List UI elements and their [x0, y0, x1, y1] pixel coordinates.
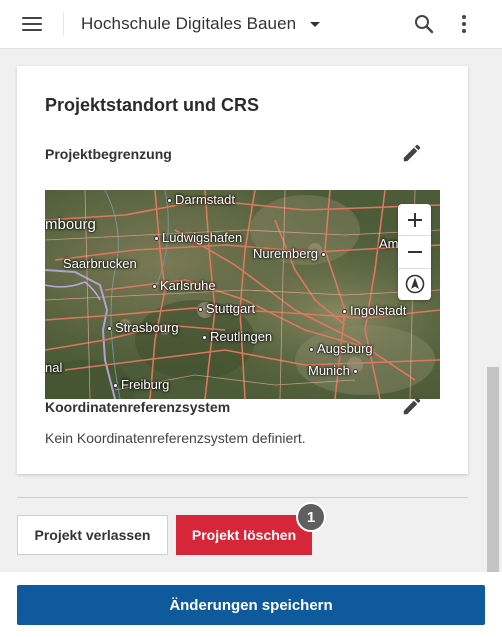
- leave-project-button[interactable]: Projekt verlassen: [17, 515, 168, 555]
- city-label: Freiburg: [113, 377, 169, 392]
- scrollbar-thumb[interactable]: [487, 367, 499, 572]
- zoom-out-button[interactable]: [398, 236, 431, 269]
- search-icon: [415, 15, 434, 34]
- city-label: Nuremberg: [253, 246, 329, 261]
- edit-boundary-button[interactable]: [401, 142, 423, 164]
- search-button[interactable]: [404, 4, 444, 44]
- city-label: Stuttgart: [198, 301, 255, 316]
- notification-badge: 1: [296, 502, 326, 532]
- app-bar: Hochschule Digitales Bauen: [0, 0, 502, 49]
- city-label: Augsburg: [309, 341, 373, 356]
- edit-crs-button[interactable]: [401, 395, 423, 417]
- boundary-label: Projektbegrenzung: [45, 146, 172, 162]
- city-label: Saarbrucken: [63, 256, 137, 271]
- location-crs-card: Projektstandort und CRS Projektbegrenzun…: [17, 66, 468, 474]
- zoom-in-icon: [407, 212, 422, 227]
- more-vert-icon: [462, 15, 466, 33]
- divider: [17, 497, 468, 498]
- delete-project-button[interactable]: Projekt löschen: [176, 515, 312, 555]
- project-boundary-map[interactable]: Darmstadt mbourg Ludwigshafen Saarbrucke…: [45, 190, 440, 399]
- city-label: Ingolstadt: [342, 303, 406, 318]
- menu-icon: [21, 17, 42, 31]
- save-footer: Änderungen speichern: [0, 572, 502, 637]
- city-label: Munich: [308, 363, 361, 378]
- compass-icon: [405, 275, 424, 294]
- city-label: nal: [45, 360, 63, 375]
- city-label: Strasbourg: [107, 320, 179, 335]
- city-label: Karlsruhe: [152, 278, 216, 293]
- project-selector[interactable]: Hochschule Digitales Bauen: [81, 14, 321, 34]
- city-label: Reutlingen: [202, 329, 272, 344]
- chevron-down-icon: [310, 21, 321, 27]
- zoom-out-icon: [407, 250, 422, 253]
- city-label: mbourg: [45, 216, 96, 233]
- crs-value: Kein Koordinatenreferenzsystem definiert…: [45, 430, 306, 446]
- settings-scroll-area[interactable]: Projektstandort und CRS Projektbegrenzun…: [0, 49, 502, 572]
- reset-north-button[interactable]: [398, 269, 431, 300]
- map-controls: [398, 204, 431, 300]
- pencil-icon: [403, 397, 421, 415]
- pencil-icon: [403, 144, 421, 162]
- city-label: Am: [379, 236, 399, 251]
- card-title: Projektstandort und CRS: [45, 95, 260, 115]
- city-label: Darmstadt: [167, 192, 235, 207]
- crs-label: Koordinatenreferenzsystem: [45, 399, 231, 415]
- zoom-in-button[interactable]: [398, 204, 431, 237]
- save-changes-button[interactable]: Änderungen speichern: [17, 585, 485, 625]
- menu-button[interactable]: [0, 12, 64, 36]
- map-tiles: [45, 190, 440, 399]
- project-title: Hochschule Digitales Bauen: [81, 14, 297, 33]
- more-options-button[interactable]: [444, 4, 484, 44]
- city-label: Ludwigshafen: [154, 230, 242, 245]
